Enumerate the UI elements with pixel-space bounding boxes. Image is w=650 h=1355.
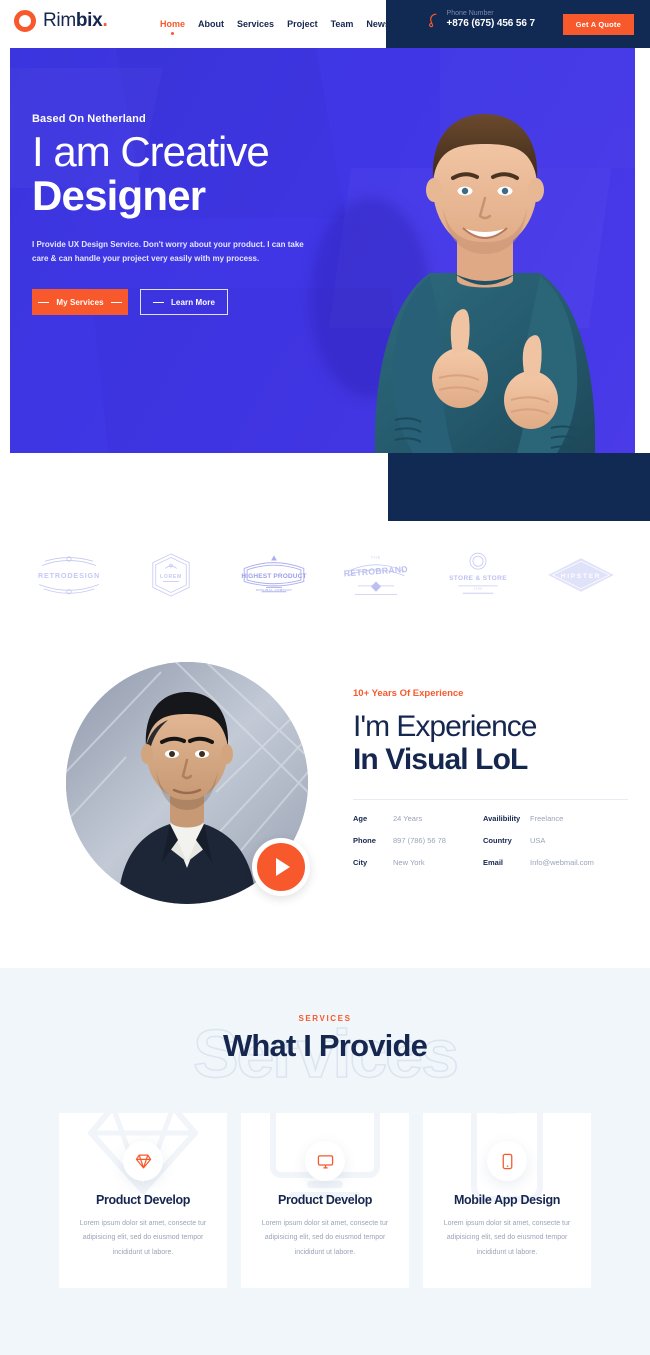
service-title: Mobile App Design [453, 1193, 561, 1207]
service-description: Lorem ipsum dolor sit amet, consecte tur… [79, 1220, 207, 1256]
info-value-age: 24 Years [393, 813, 423, 823]
play-video-button[interactable] [252, 838, 310, 896]
logo-text-dot: . [102, 10, 108, 31]
ring-icon [14, 10, 36, 32]
dash-right-icon [110, 301, 122, 303]
mobile-icon-badge [487, 1141, 527, 1181]
dash-left-icon [38, 301, 50, 303]
hero-paragraph: I Provide UX Design Service. Don't worry… [32, 239, 304, 264]
svg-text:ORIGINAL COMPANY: ORIGINAL COMPANY [256, 588, 292, 592]
brand-logo-highest-product: HIGHEST PRODUCT ORIGINAL COMPANY [241, 555, 306, 593]
site-logo[interactable]: Rimbix. [14, 10, 108, 32]
brand-logos-row: RETRODESIGN LOREM HIGHEST PRODUCT ORIGIN… [0, 540, 650, 610]
my-services-label: My Services [56, 297, 104, 307]
svg-text:RETROBRAND: RETROBRAND [344, 564, 409, 578]
logo-text-part2: bix [75, 10, 103, 31]
service-card-product-develop-1[interactable]: Product Develop Lorem ipsum dolor sit am… [59, 1113, 227, 1288]
info-key-country: Country [483, 835, 512, 845]
get-a-quote-button[interactable]: Get A Quote [562, 14, 634, 35]
brand-logo-retrobrand: THE RETROBRAND [344, 555, 409, 596]
phone-number: +876 (675) 456 56 7 [446, 18, 536, 29]
svg-text:THE: THE [371, 555, 381, 559]
brand-logo-retrodesign: RETRODESIGN [38, 556, 100, 595]
brand-logo-store-and-store: STORE & STORE 1988 [450, 552, 508, 594]
nav-item-project[interactable]: Project [287, 19, 318, 30]
hero-eyebrow: Based On Netherland [32, 113, 146, 125]
info-value-availibility: Freelance [530, 813, 564, 823]
learn-more-button[interactable]: Learn More [140, 289, 228, 316]
experience-copy: 10+ Years Of Experience I'm Experience I… [353, 688, 638, 867]
service-title: Product Develop [95, 1193, 191, 1207]
info-value-country: USA [530, 835, 546, 845]
services-eyebrow: SERVICES [298, 1014, 352, 1023]
phone-icon [428, 13, 437, 27]
experience-title-bold: In Visual LoL [353, 743, 528, 777]
play-icon [276, 858, 290, 876]
phone-label: Phone Number [446, 10, 494, 17]
site-header: Rimbix. Home About Services Project Team… [0, 0, 650, 48]
hero-copy: Based On Netherland I am Creative Design… [32, 113, 332, 316]
nav-item-services[interactable]: Services [237, 19, 274, 30]
svg-text:LOREM: LOREM [160, 574, 182, 580]
info-key-age: Age [353, 813, 368, 823]
divider [353, 798, 628, 800]
diamond-icon-badge [123, 1141, 163, 1181]
info-value-phone: 897 (786) 56 78 [393, 835, 446, 845]
main-navigation: Home About Services Project Team News [160, 19, 390, 35]
svg-text:1988: 1988 [474, 587, 483, 591]
nav-item-about[interactable]: About [198, 19, 224, 30]
phone-contact[interactable]: Phone Number +876 (675) 456 56 7 [426, 10, 535, 29]
personal-info-table: Age 24 Years Availibility Freelance Phon… [353, 814, 638, 867]
experience-title-light: I'm Experience [353, 710, 537, 743]
nav-item-team[interactable]: Team [331, 19, 354, 30]
brand-logo-hipster: HIPSTER [548, 558, 614, 592]
service-title: Product Develop [277, 1193, 373, 1207]
info-key-email: Email [483, 857, 504, 867]
logo-text-part1: Rim [43, 10, 76, 31]
logo-text: Rimbix. [43, 10, 108, 32]
info-key-availibility: Availibility [483, 813, 521, 823]
hero-section: Based On Netherland I am Creative Design… [10, 48, 635, 453]
services-header: Services SERVICES What I Provide [0, 1014, 650, 1124]
dash-icon [152, 301, 164, 303]
svg-text:RETRODESIGN: RETRODESIGN [38, 571, 100, 580]
svg-text:HIGHEST PRODUCT: HIGHEST PRODUCT [241, 573, 306, 580]
portrait-wrapper [66, 662, 310, 904]
services-title: What I Provide [222, 1028, 428, 1063]
hero-title-light: I am Creative [32, 128, 270, 175]
nav-item-news[interactable]: News [366, 19, 390, 30]
experience-section: 10+ Years Of Experience I'm Experience I… [0, 640, 650, 940]
nav-item-home[interactable]: Home [160, 19, 185, 35]
service-card-mobile-app-design[interactable]: Mobile App Design Lorem ipsum dolor sit … [423, 1113, 591, 1288]
monitor-icon-badge [305, 1141, 345, 1181]
hero-dark-accent-block [388, 453, 650, 521]
landing-page: Rimbix. Home About Services Project Team… [0, 0, 650, 1355]
info-value-email: Info@webmail.com [530, 857, 594, 867]
svg-text:STORE & STORE: STORE & STORE [450, 575, 508, 582]
my-services-button[interactable]: My Services [32, 289, 128, 316]
info-value-city: New York [393, 857, 425, 867]
learn-more-label: Learn More [170, 297, 216, 307]
service-description: Lorem ipsum dolor sit amet, consecte tur… [261, 1220, 389, 1256]
info-key-city: City [353, 857, 368, 867]
service-description: Lorem ipsum dolor sit amet, consecte tur… [443, 1220, 571, 1256]
service-card-product-develop-2[interactable]: Product Develop Lorem ipsum dolor sit am… [241, 1113, 409, 1288]
svg-text:HIPSTER: HIPSTER [561, 573, 602, 580]
brand-logo-lorem: LOREM [152, 553, 191, 597]
hero-title-bold: Designer [32, 171, 206, 219]
hero-buttons: My Services Learn More [32, 289, 332, 316]
services-card-row: Product Develop Lorem ipsum dolor sit am… [0, 1113, 650, 1288]
phone-text: Phone Number +876 (675) 456 56 7 [446, 10, 536, 29]
hero-photo [374, 114, 596, 453]
experience-eyebrow: 10+ Years Of Experience [353, 688, 464, 699]
info-key-phone: Phone [353, 835, 376, 845]
